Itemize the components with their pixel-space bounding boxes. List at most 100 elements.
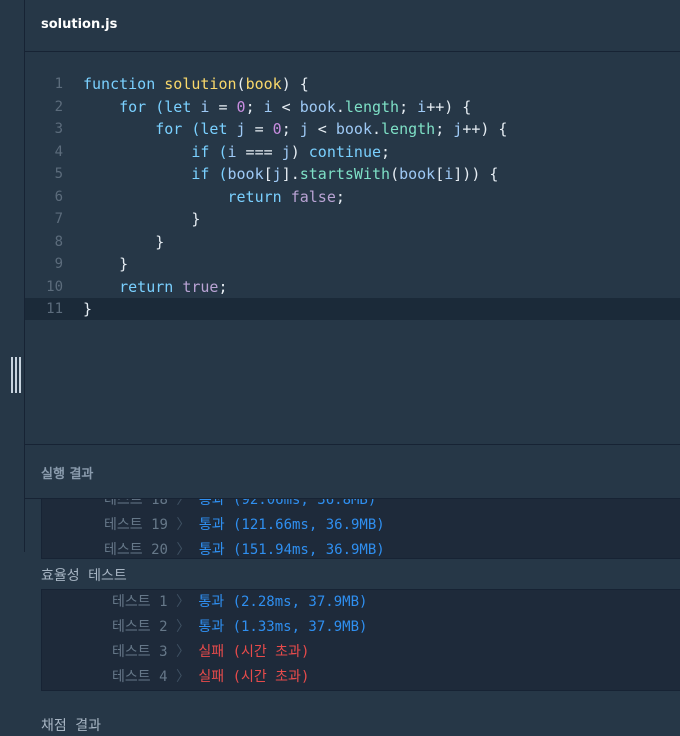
code-token: ; (381, 142, 391, 161)
code-line[interactable]: 4 if (i === j) continue; (25, 141, 680, 163)
code-token: } (83, 255, 129, 273)
line-number: 7 (54, 211, 63, 227)
code-token: ( (390, 165, 400, 183)
test-label: 테스트 1 (112, 594, 168, 610)
line-number: 1 (54, 76, 63, 92)
file-tab[interactable]: solution.js (41, 17, 117, 32)
test-result-row[interactable]: 테스트 2 〉 통과 (1.33ms, 37.9MB) (112, 615, 367, 639)
chevron-right-icon: 〉 (176, 542, 191, 558)
code-token: < (308, 120, 336, 138)
code-token: book (245, 75, 282, 93)
code-token: if ( (83, 142, 228, 161)
efficiency-test-label: 효율성 테스트 (41, 568, 127, 584)
code-line[interactable]: 10 return true; (25, 276, 680, 298)
code-token: i (263, 97, 273, 116)
test-result-row[interactable]: 테스트 3 〉 실패 (시간 초과) (112, 640, 309, 664)
code-token: let (200, 120, 237, 138)
code-token: ) (290, 142, 309, 161)
code-token: } (83, 210, 201, 228)
test-label: 테스트 20 (104, 542, 168, 558)
line-number: 9 (54, 256, 63, 272)
line-number: 2 (54, 98, 63, 115)
code-token: 0 (272, 120, 282, 138)
line-number: 6 (54, 188, 63, 205)
test-result-row[interactable]: 테스트 20 〉 통과 (151.94ms, 36.9MB) (104, 538, 385, 558)
code-token: j (453, 120, 463, 138)
code-text: for (let i = 0; i < book.length; i++) { (83, 96, 471, 118)
code-token: = (209, 97, 237, 116)
code-token: i (227, 142, 237, 161)
code-line[interactable]: 9 } (25, 253, 680, 275)
code-token: j (236, 120, 246, 138)
code-line[interactable]: 7 } (25, 208, 680, 230)
code-text: } (83, 253, 128, 275)
code-token: startsWith (299, 165, 391, 183)
results-panel[interactable]: 테스트 18 〉 통과 (92.06ms, 36.8MB) 테스트 19 〉 통과… (25, 499, 680, 736)
left-panel-edge (0, 0, 25, 552)
chevron-right-icon: 〉 (175, 669, 190, 685)
test-result-row[interactable]: 테스트 19 〉 통과 (121.66ms, 36.9MB) (104, 513, 385, 537)
code-token: . (372, 120, 382, 138)
resize-handle[interactable] (11, 357, 21, 393)
code-token: false (290, 187, 336, 206)
code-token: true (182, 277, 219, 296)
test-label: 테스트 2 (112, 619, 168, 635)
code-line[interactable]: 1 function solution(book) { (25, 73, 680, 95)
code-token: } (83, 232, 165, 251)
code-token: ++) { (462, 120, 508, 138)
editor-header: solution.js (25, 0, 680, 52)
test-result-row[interactable]: 테스트 1 〉 통과 (2.28ms, 37.9MB) (112, 590, 367, 614)
code-token: i (444, 165, 454, 183)
code-text: } (83, 231, 164, 253)
code-line[interactable]: 3 for (let j = 0; j < book.length; j++) … (25, 118, 680, 140)
code-token: ])) { (453, 165, 499, 183)
line-number: 8 (54, 233, 63, 250)
code-text: for (let j = 0; j < book.length; j++) { (83, 118, 507, 140)
line-number: 5 (54, 166, 63, 182)
result-header: 실행 결과 (25, 444, 680, 499)
code-token: 0 (236, 97, 246, 116)
chevron-right-icon: 〉 (176, 499, 191, 508)
code-token: book (299, 97, 336, 116)
code-token: return (83, 187, 291, 206)
code-token: ; (281, 120, 300, 138)
code-token: [ (263, 165, 273, 183)
code-token: function (83, 75, 165, 93)
test-result: 통과 (2.28ms, 37.9MB) (198, 594, 368, 610)
code-text: if (i === j) continue; (83, 141, 390, 163)
code-line[interactable]: 8 } (25, 231, 680, 253)
code-token: ) { (281, 75, 309, 93)
code-token: book (227, 165, 264, 183)
code-text: } (83, 208, 200, 230)
grading-result-label: 채점 결과 (41, 718, 101, 734)
code-token: i (417, 97, 427, 116)
line-number: 3 (54, 121, 63, 137)
code-token: length (344, 97, 400, 116)
line-number: 10 (46, 278, 63, 295)
code-token: . (335, 97, 345, 116)
code-token: < (272, 97, 300, 116)
code-text: function solution(book) { (83, 73, 309, 95)
code-line[interactable]: 11} (25, 298, 680, 320)
code-line[interactable]: 6 return false; (25, 186, 680, 208)
chevron-right-icon: 〉 (175, 619, 190, 635)
line-number: 11 (46, 301, 63, 317)
code-editor[interactable]: 1 function solution(book) {2 for (let i =… (25, 53, 680, 444)
test-result: 실패 (시간 초과) (198, 669, 310, 685)
test-result-row[interactable]: 테스트 18 〉 통과 (92.06ms, 36.8MB) (104, 499, 376, 512)
code-line[interactable]: 2 for (let i = 0; i < book.length; i++) … (25, 96, 680, 118)
test-result: 통과 (92.06ms, 36.8MB) (198, 499, 377, 508)
code-token: book (335, 120, 372, 138)
efficiency-test-list: 테스트 1 〉 통과 (2.28ms, 37.9MB) 테스트 2 〉 통과 (1… (41, 589, 680, 691)
code-token: ( (236, 75, 246, 93)
code-line[interactable]: 5 if (book[j].startsWith(book[i])) { (25, 163, 680, 185)
code-token: ; (245, 97, 264, 116)
test-result: 통과 (1.33ms, 37.9MB) (198, 619, 368, 635)
test-label: 테스트 4 (112, 669, 168, 685)
accuracy-test-list: 테스트 18 〉 통과 (92.06ms, 36.8MB) 테스트 19 〉 통과… (41, 499, 680, 559)
code-token: j (281, 142, 291, 161)
result-title: 실행 결과 (41, 467, 94, 482)
code-token: ]. (281, 165, 300, 183)
test-result-row[interactable]: 테스트 4 〉 실패 (시간 초과) (112, 665, 309, 689)
code-token: book (399, 165, 436, 183)
